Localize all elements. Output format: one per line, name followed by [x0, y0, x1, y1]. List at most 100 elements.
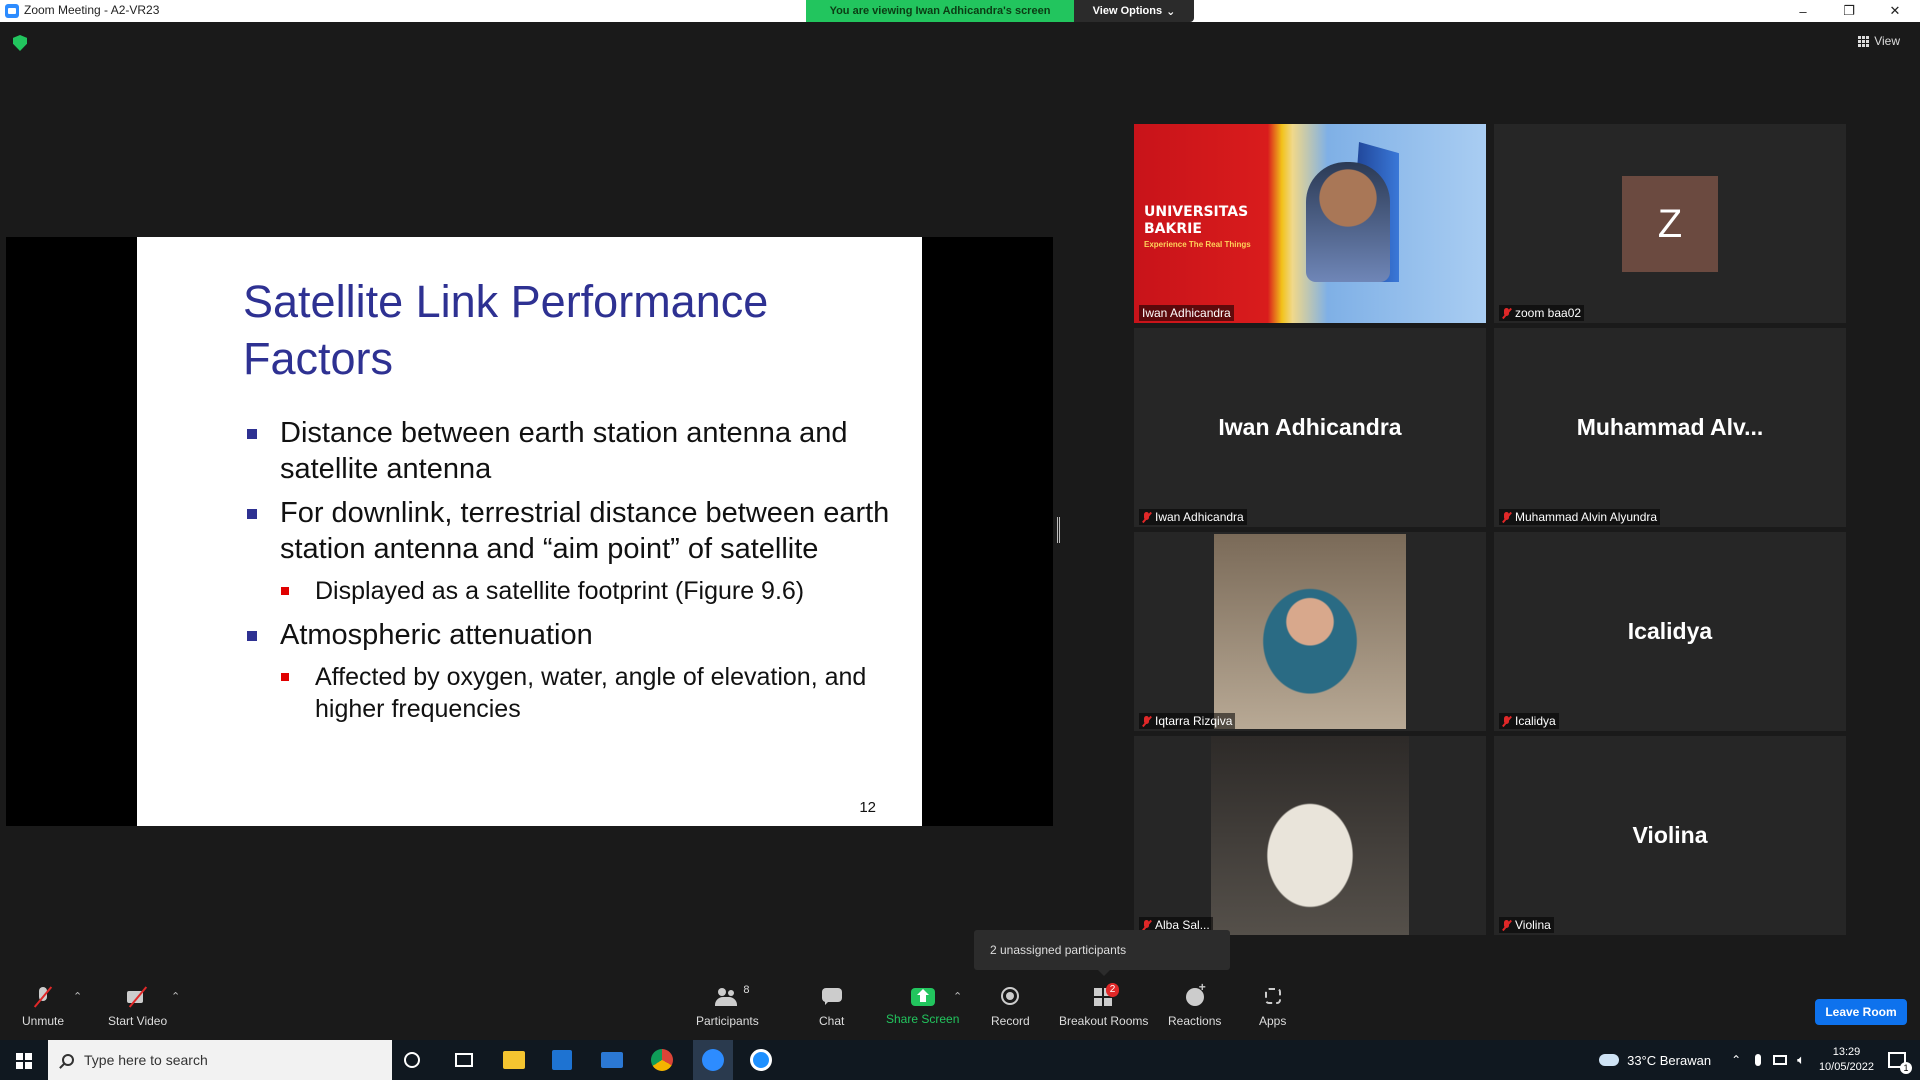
close-button[interactable]: ✕ [1872, 0, 1918, 22]
video-tile-zoom-baa02[interactable]: Z zoom baa02 [1494, 124, 1846, 323]
teamviewer-icon[interactable] [750, 1049, 772, 1071]
notifications-icon[interactable]: 1 [1888, 1052, 1912, 1074]
system-tray: 33°C Berawan ⌃ 🔈︎ 13:29 10/05/2022 1 [1599, 1040, 1920, 1080]
chevron-up-icon[interactable]: ⌃ [1731, 1053, 1741, 1067]
share-screen-label: Share Screen [886, 1012, 960, 1026]
video-tile-iqtarra[interactable]: Iqtarra Rizqiva [1134, 532, 1486, 731]
participant-name: Iwan Adhicandra [1155, 510, 1244, 524]
encryption-shield-icon[interactable] [13, 35, 27, 51]
chrome-icon[interactable] [651, 1049, 673, 1071]
shared-screen[interactable]: Satellite Link Performance Factors Dista… [6, 237, 1053, 826]
start-video-button[interactable]: Start Video [108, 986, 167, 1028]
zoom-taskbar-icon [702, 1049, 724, 1071]
breakout-tooltip: 2 unassigned participants [974, 930, 1230, 976]
reactions-button[interactable]: Reactions [1168, 980, 1222, 1028]
avatar: Z [1622, 176, 1718, 272]
chevron-down-icon: ⌄ [1166, 5, 1176, 18]
slide-page-number: 12 [859, 799, 876, 816]
zoom-app-icon [5, 4, 19, 18]
microphone-icon[interactable] [1755, 1054, 1762, 1066]
brand-tagline: Experience The Real Things [1144, 240, 1251, 249]
zoom-meeting-window: Zoom Meeting - A2-VR23 – ❐ ✕ You are vie… [0, 0, 1920, 1080]
participant-video [1306, 162, 1390, 282]
bullet-level2: Affected by oxygen, water, angle of elev… [281, 661, 907, 725]
search-icon [62, 1054, 74, 1066]
camera-feed: UNIVERSITAS BAKRIE Experience The Real T… [1134, 124, 1486, 323]
video-tile-violina[interactable]: Violina Violina [1494, 736, 1846, 935]
store-icon[interactable] [552, 1050, 572, 1070]
mic-muted-icon [31, 986, 55, 1008]
network-icon[interactable] [1773, 1055, 1788, 1065]
view-layout-button[interactable]: View [1858, 34, 1900, 48]
split-resize-handle[interactable] [1057, 517, 1060, 543]
windows-start-icon[interactable] [16, 1053, 32, 1069]
file-explorer-icon[interactable] [503, 1051, 525, 1069]
video-tile-iwan-adhicandra[interactable]: Iwan Adhicandra Iwan Adhicandra [1134, 328, 1486, 527]
presentation-slide: Satellite Link Performance Factors Dista… [137, 237, 922, 826]
breakout-rooms-label: Breakout Rooms [1059, 1014, 1149, 1028]
brand-line1: UNIVERSITAS [1144, 204, 1249, 220]
record-button[interactable]: Record [991, 986, 1030, 1028]
reactions-label: Reactions [1168, 1014, 1222, 1028]
participant-display-name: Iwan Adhicandra [1218, 414, 1402, 440]
breakout-rooms-button[interactable]: 2 Breakout Rooms [1059, 983, 1149, 1028]
profile-photo [1214, 534, 1406, 729]
unmute-button[interactable]: Unmute [22, 986, 64, 1028]
start-video-label: Start Video [108, 1014, 168, 1028]
chat-button[interactable]: Chat [819, 986, 844, 1028]
bullet-level1: For downlink, terrestrial distance betwe… [247, 495, 907, 567]
participant-name-tag: Icalidya [1499, 713, 1559, 729]
participants-count: 8 [743, 984, 750, 996]
clock-time: 13:29 [1832, 1046, 1861, 1058]
participant-name-tag: zoom baa02 [1499, 305, 1585, 321]
mic-muted-icon [1502, 715, 1511, 727]
participant-display-name: Muhammad Alv... [1576, 414, 1764, 440]
mic-muted-icon [1142, 919, 1151, 931]
view-options-button[interactable]: View Options ⌄ [1074, 0, 1194, 22]
video-tile-iwan-camera[interactable]: UNIVERSITAS BAKRIE Experience The Real T… [1134, 124, 1486, 323]
record-label: Record [991, 1014, 1030, 1028]
participant-name-tag: Iqtarra Rizqiva [1139, 713, 1236, 729]
meeting-toolbar: Unmute ⌃ Start Video ⌃ 8 Participants Ch… [0, 978, 1920, 1040]
cortana-icon[interactable] [404, 1052, 420, 1068]
chat-label: Chat [819, 1014, 845, 1028]
brand-text: UNIVERSITAS BAKRIE [1144, 204, 1248, 238]
video-tile-icalidya[interactable]: Icalidya Icalidya [1494, 532, 1846, 731]
video-tile-alba[interactable]: Alba Sal... [1134, 736, 1486, 935]
breakout-rooms-icon: 2 [1092, 983, 1120, 1008]
mic-muted-icon [1502, 511, 1511, 523]
task-view-icon[interactable] [455, 1053, 473, 1067]
participants-label: Participants [696, 1014, 759, 1028]
participant-display-name: Violina [1632, 822, 1708, 848]
weather-text[interactable]: 33°C Berawan [1627, 1053, 1711, 1068]
video-off-icon [126, 986, 150, 1008]
grid-icon [1858, 35, 1870, 47]
taskbar-search-box[interactable]: Type here to search [48, 1040, 392, 1080]
brand-line2: BAKRIE [1144, 221, 1202, 237]
participants-button[interactable]: 8 Participants [696, 984, 759, 1028]
share-screen-button[interactable]: Share Screen [886, 986, 959, 1026]
volume-icon[interactable]: 🔈︎ [1797, 1052, 1805, 1068]
unmute-label: Unmute [22, 1014, 65, 1028]
video-tile-muhammad-alvin[interactable]: Muhammad Alv... Muhammad Alvin Alyundra [1494, 328, 1846, 527]
windows-taskbar: Type here to search 33°C Berawan ⌃ 🔈︎ 13… [0, 1040, 1920, 1080]
participant-name: Muhammad Alvin Alyundra [1515, 510, 1658, 524]
apps-button[interactable]: Apps [1259, 986, 1286, 1028]
slide-bullets: Distance between earth station antenna a… [247, 415, 907, 735]
video-options-caret[interactable]: ⌃ [171, 990, 180, 1003]
bullet-level1: Atmospheric attenuation [247, 617, 907, 653]
minimize-button[interactable]: – [1780, 0, 1826, 22]
breakout-badge: 2 [1105, 983, 1120, 997]
restore-button[interactable]: ❐ [1826, 0, 1872, 22]
clock[interactable]: 13:29 10/05/2022 [1819, 1045, 1874, 1075]
mail-icon[interactable] [601, 1052, 623, 1068]
leave-room-button[interactable]: Leave Room [1815, 999, 1907, 1025]
bullet-level1: Distance between earth station antenna a… [247, 415, 907, 487]
share-options-caret[interactable]: ⌃ [953, 990, 962, 1003]
view-label: View [1874, 34, 1900, 48]
participant-name: zoom baa02 [1515, 306, 1582, 320]
audio-options-caret[interactable]: ⌃ [73, 990, 82, 1003]
weather-icon [1599, 1054, 1620, 1066]
participant-name: Iwan Adhicandra [1142, 306, 1231, 320]
participant-name-tag: Iwan Adhicandra [1139, 509, 1247, 525]
